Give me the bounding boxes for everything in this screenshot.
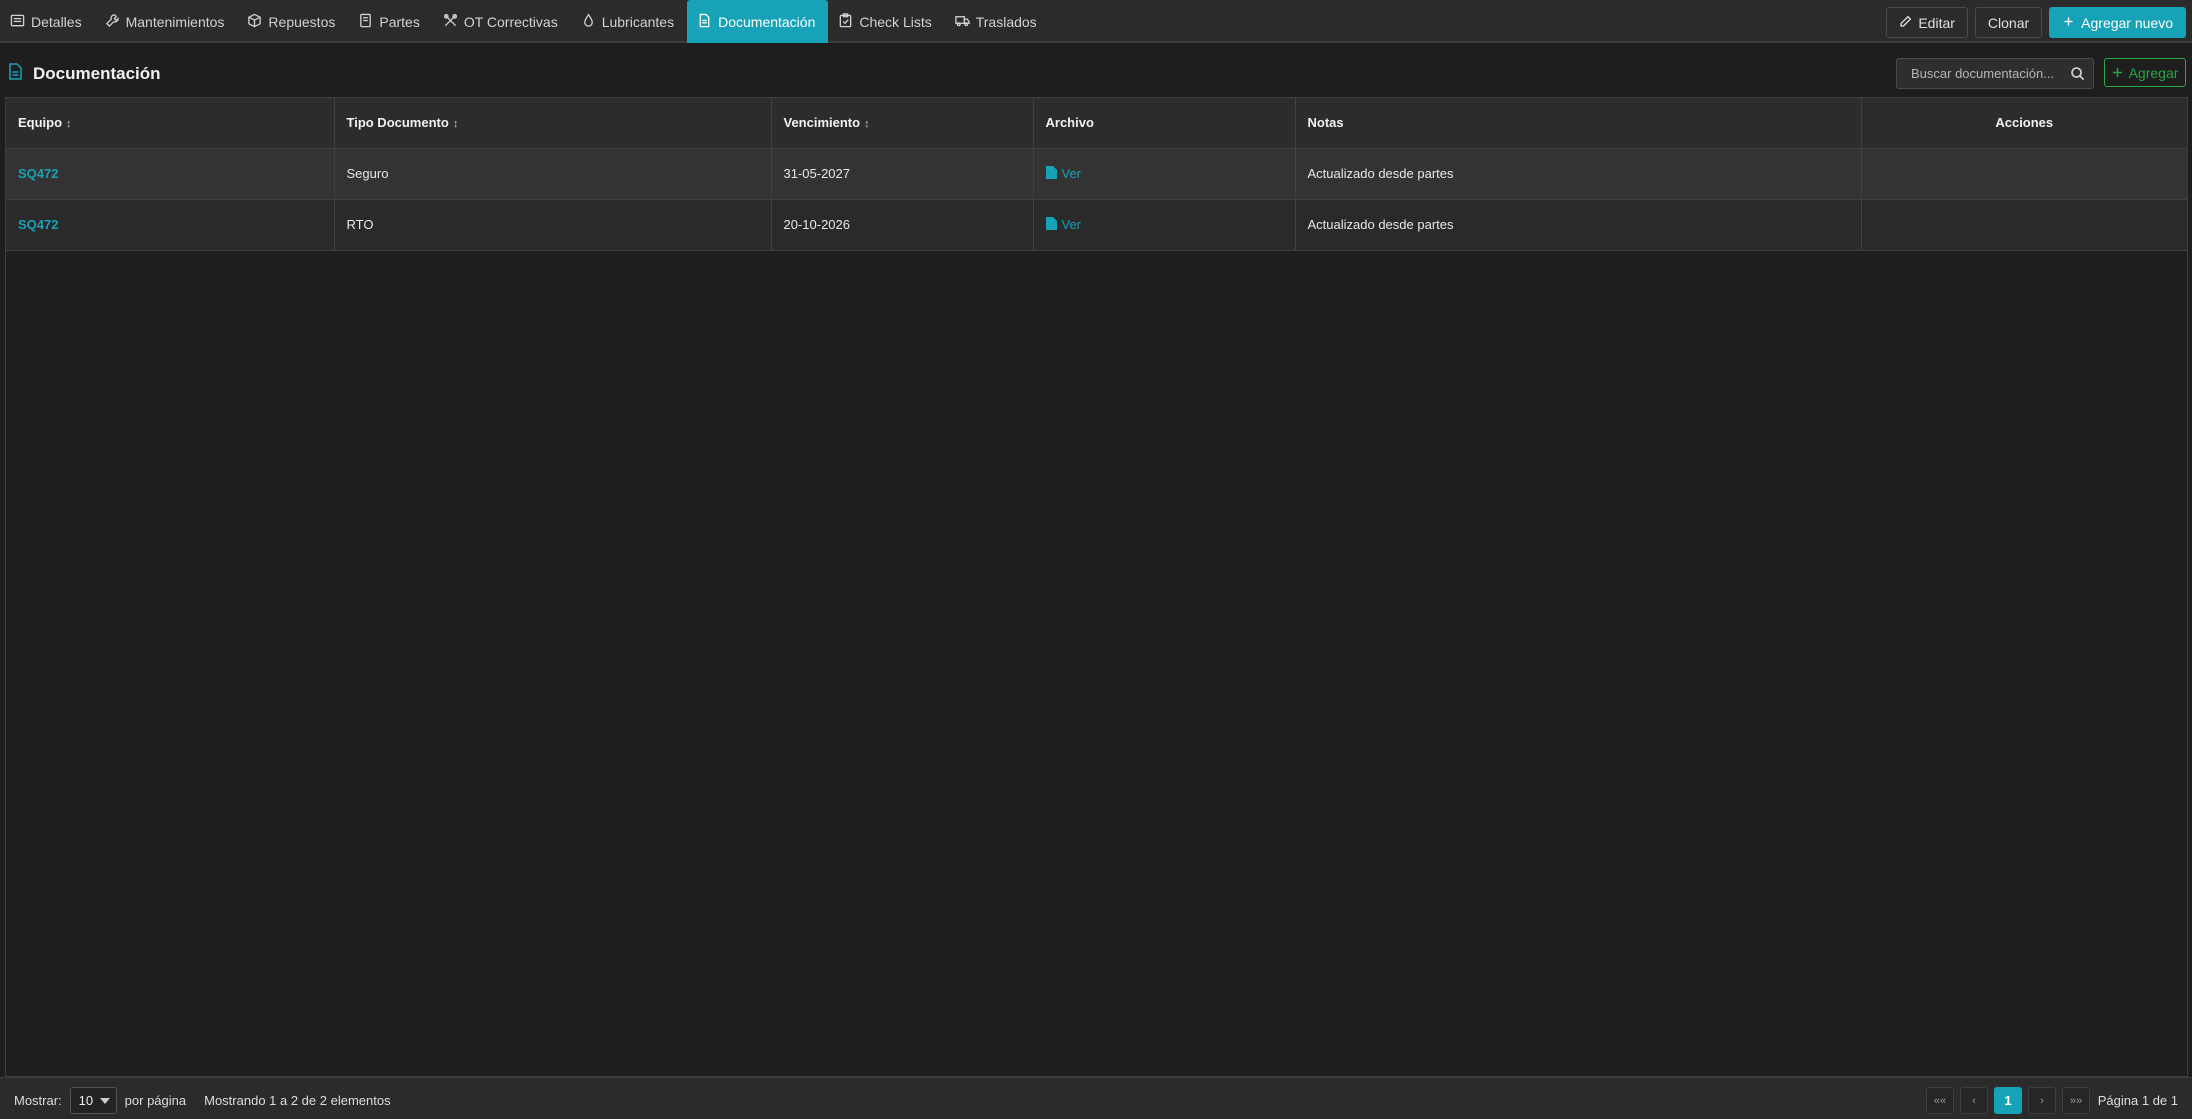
documents-table: Equipo ↕ Tipo Documento ↕ Vencimiento ↕ Arc… (6, 98, 2187, 251)
tab-mantenimientos[interactable]: Mantenimientos (95, 0, 238, 43)
last-page-button[interactable]: »» (2062, 1087, 2090, 1114)
table-row: SQ472 Seguro 31-05-2027 Ver Actualizado … (6, 148, 2187, 200)
sort-icon[interactable]: ↕ (864, 118, 870, 130)
add-document-button[interactable]: Agregar (2104, 58, 2186, 87)
page-title: Documentación (8, 63, 161, 85)
clipboard-check-icon (838, 12, 853, 31)
tab-label: Mantenimientos (125, 13, 225, 30)
documents-table-container: Equipo ↕ Tipo Documento ↕ Vencimiento ↕ Arc… (5, 97, 2188, 1077)
tab-traslados[interactable]: Traslados (945, 0, 1050, 43)
view-file-link[interactable]: Ver (1045, 216, 1082, 233)
tools-icon (443, 13, 458, 31)
cell-notas: Actualizado desde partes (1295, 148, 1862, 200)
table-footer: Mostrar: 10 por página Mostrando 1 a 2 d… (0, 1077, 2192, 1119)
tab-label: Check Lists (859, 13, 932, 30)
column-header-tipo-documento[interactable]: Tipo Documento ↕ (334, 98, 772, 149)
search-icon[interactable] (2070, 66, 2085, 81)
table-header-row: Equipo ↕ Tipo Documento ↕ Vencimiento ↕ Arc… (6, 98, 2187, 149)
document-list-icon (358, 13, 373, 31)
column-header-equipo[interactable]: Equipo ↕ (6, 98, 335, 149)
page-title-text: Documentación (33, 64, 161, 83)
cell-vencimiento: 31-05-2027 (771, 148, 1034, 200)
file-icon (1045, 216, 1057, 233)
clone-button-label: Clonar (1987, 14, 2030, 31)
tab-label: OT Correctivas (463, 13, 558, 30)
record-count: Mostrando 1 a 2 de 2 elementos (204, 1093, 391, 1108)
cell-equipo: SQ472 (6, 199, 335, 251)
next-page-button[interactable]: › (2028, 1087, 2056, 1114)
clone-button[interactable]: Clonar (1974, 7, 2043, 38)
plus-icon (2062, 15, 2075, 31)
page-info: Página 1 de 1 (2097, 1093, 2178, 1108)
chevron-down-icon (99, 1097, 110, 1104)
view-file-label: Ver (1061, 217, 1082, 232)
page-1-button[interactable]: 1 (1994, 1087, 2022, 1114)
add-new-button[interactable]: Agregar nuevo (2049, 7, 2186, 38)
pencil-icon (1899, 15, 1912, 31)
tab-check-lists[interactable]: Check Lists (828, 0, 944, 43)
cell-tipo-documento: RTO (334, 199, 772, 251)
cell-equipo: SQ472 (6, 148, 335, 200)
view-file-label: Ver (1061, 166, 1082, 181)
table-row: SQ472 RTO 20-10-2026 Ver Actualizado des… (6, 199, 2187, 251)
search-box (1896, 58, 2094, 89)
show-label: Mostrar: (14, 1093, 62, 1108)
top-actions: Editar Clonar Agregar nuevo (1886, 7, 2186, 38)
top-nav-bar: Detalles Mantenimientos Repuestos Partes… (0, 0, 2192, 43)
per-page-value: 10 (78, 1093, 94, 1108)
plus-icon (2112, 65, 2123, 81)
box-icon (247, 13, 262, 31)
file-text-icon (8, 63, 23, 85)
section-header: Documentación Agregar (0, 43, 2192, 97)
tab-label: Partes (379, 13, 420, 30)
tab-documentacion[interactable]: Documentación (687, 0, 829, 43)
edit-button-label: Editar (1918, 14, 1955, 31)
cell-acciones (1861, 199, 2187, 251)
wrench-icon (105, 13, 120, 31)
tab-repuestos[interactable]: Repuestos (237, 0, 348, 43)
column-header-notas: Notas (1295, 98, 1862, 149)
file-text-icon (697, 13, 712, 31)
add-new-button-label: Agregar nuevo (2081, 14, 2173, 31)
page-size-control: Mostrar: 10 por página Mostrando 1 a 2 d… (14, 1087, 391, 1114)
edit-button[interactable]: Editar (1886, 7, 1968, 38)
tab-ot-correctivas[interactable]: OT Correctivas (433, 0, 571, 43)
per-page-select[interactable]: 10 (69, 1087, 117, 1114)
pagination: «« ‹ 1 › »» (1926, 1087, 2090, 1114)
equipo-link[interactable]: SQ472 (18, 217, 58, 232)
sort-icon[interactable]: ↕ (453, 118, 459, 130)
column-header-vencimiento[interactable]: Vencimiento ↕ (771, 98, 1034, 149)
tab-label: Repuestos (268, 13, 336, 30)
cell-vencimiento: 20-10-2026 (771, 199, 1034, 251)
tab-label: Documentación (718, 13, 816, 30)
prev-page-button[interactable]: ‹ (1960, 1087, 1988, 1114)
list-icon (10, 13, 25, 31)
tab-detalles[interactable]: Detalles (0, 0, 95, 43)
search-input[interactable] (1897, 59, 2067, 88)
cell-tipo-documento: Seguro (334, 148, 772, 200)
tab-partes[interactable]: Partes (348, 0, 432, 43)
view-file-link[interactable]: Ver (1045, 165, 1082, 182)
droplet-icon (581, 12, 596, 31)
tab-label: Traslados (975, 13, 1037, 30)
cell-archivo: Ver (1033, 148, 1296, 200)
tab-list: Detalles Mantenimientos Repuestos Partes… (0, 0, 1050, 43)
tab-label: Detalles (31, 13, 82, 30)
tab-lubricantes[interactable]: Lubricantes (571, 0, 687, 43)
column-header-acciones: Acciones (1861, 98, 2187, 149)
first-page-button[interactable]: «« (1926, 1087, 1954, 1114)
cell-archivo: Ver (1033, 199, 1296, 251)
tab-label: Lubricantes (601, 13, 675, 30)
per-page-label: por página (124, 1093, 187, 1108)
cell-acciones (1861, 148, 2187, 200)
column-header-archivo: Archivo (1033, 98, 1296, 149)
sort-icon[interactable]: ↕ (66, 118, 72, 130)
equipo-link[interactable]: SQ472 (18, 166, 58, 181)
cell-notas: Actualizado desde partes (1295, 199, 1862, 251)
truck-icon (955, 13, 970, 31)
add-document-label: Agregar (2128, 64, 2179, 81)
file-icon (1045, 165, 1057, 182)
